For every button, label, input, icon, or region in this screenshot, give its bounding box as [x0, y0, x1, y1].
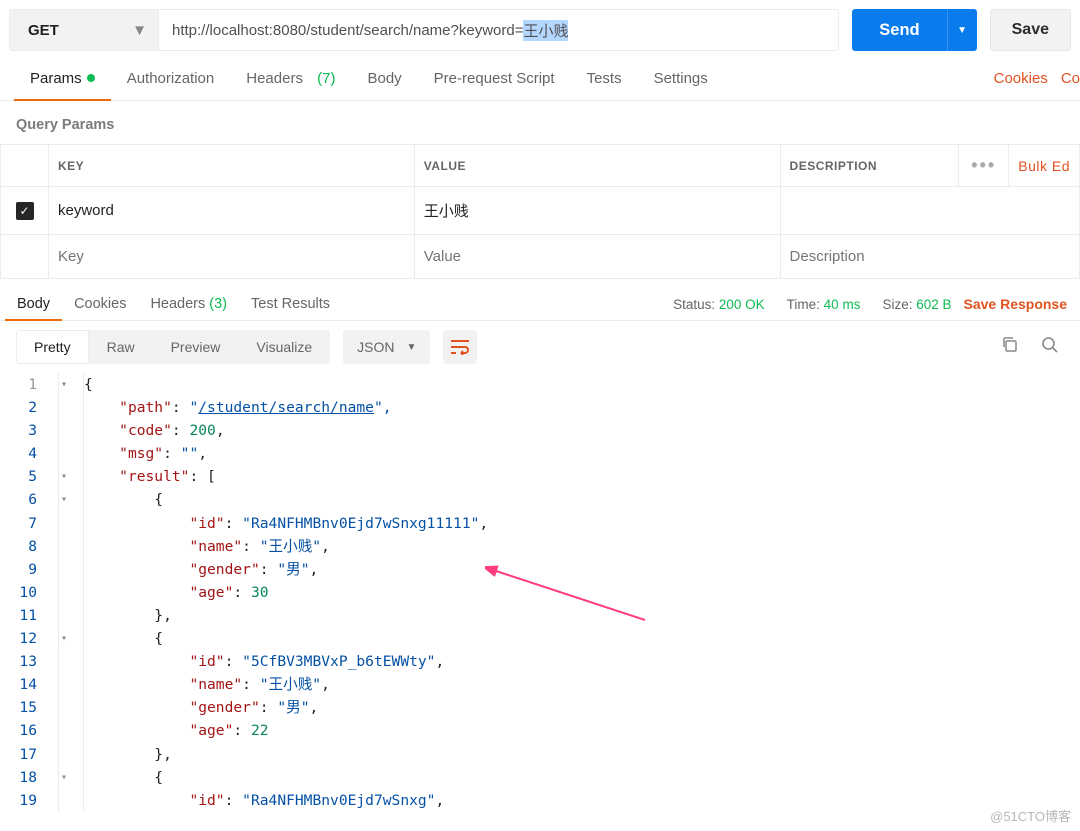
wrap-lines-button[interactable] — [443, 330, 477, 364]
bulk-edit-link[interactable]: Bulk Ed — [1009, 145, 1080, 187]
response-tabs: Body Cookies Headers (3) Test Results St… — [0, 279, 1080, 321]
more-header[interactable]: ••• — [959, 145, 1009, 187]
url-input[interactable]: http://localhost:8080/student/search/nam… — [159, 9, 839, 51]
copy-icon — [1001, 336, 1018, 353]
key-header: KEY — [49, 145, 415, 187]
request-bar: GET ▼ http://localhost:8080/student/sear… — [0, 0, 1080, 51]
response-body[interactable]: 1{ 2 "path": "/student/search/name", 3 "… — [0, 373, 1080, 812]
tab-body[interactable]: Body — [351, 56, 417, 100]
param-new-row — [1, 235, 1080, 279]
wrap-icon — [450, 339, 470, 355]
tab-prerequest[interactable]: Pre-request Script — [418, 56, 571, 100]
tab-authorization[interactable]: Authorization — [111, 56, 231, 100]
chevron-down-icon: ▼ — [407, 342, 417, 353]
view-bar: Pretty Raw Preview Visualize JSON ▼ — [0, 321, 1080, 373]
format-select[interactable]: JSON ▼ — [343, 330, 430, 364]
value-header: VALUE — [414, 145, 780, 187]
ellipsis-icon: ••• — [971, 155, 996, 175]
chevron-down-icon: ▼ — [957, 25, 967, 36]
new-value-input[interactable] — [424, 248, 771, 265]
tab-tests[interactable]: Tests — [571, 56, 638, 100]
description-header: DESCRIPTION — [780, 145, 959, 187]
resp-tab-cookies[interactable]: Cookies — [62, 288, 138, 320]
http-method-label: GET — [28, 22, 59, 39]
watermark: @51CTO博客 — [990, 806, 1071, 825]
view-preview[interactable]: Preview — [153, 330, 239, 364]
request-tabs: Params Authorization Headers (7) Body Pr… — [0, 56, 1080, 101]
url-prefix: http://localhost:8080/student/search/nam… — [172, 22, 523, 39]
new-key-input[interactable] — [58, 248, 405, 265]
view-raw[interactable]: Raw — [89, 330, 153, 364]
view-visualize[interactable]: Visualize — [238, 330, 330, 364]
response-status: Status: 200 OK Time: 40 ms Size: 602 B — [673, 297, 963, 312]
search-icon — [1041, 336, 1059, 354]
tab-headers[interactable]: Headers (7) — [230, 56, 351, 100]
cookies-link[interactable]: Cookies — [994, 70, 1061, 87]
search-button[interactable] — [1036, 336, 1064, 359]
http-method-select[interactable]: GET ▼ — [9, 9, 159, 51]
query-params-table: KEY VALUE DESCRIPTION ••• Bulk Ed ✓ keyw… — [0, 144, 1080, 279]
send-split-button[interactable]: ▼ — [947, 9, 977, 51]
tab-settings[interactable]: Settings — [638, 56, 724, 100]
copy-button[interactable] — [996, 336, 1023, 358]
param-row: ✓ keyword 王小贱 — [1, 187, 1080, 235]
resp-tab-body[interactable]: Body — [5, 288, 62, 320]
param-checkbox[interactable]: ✓ — [16, 202, 34, 220]
view-pretty[interactable]: Pretty — [16, 330, 89, 364]
param-value-cell[interactable]: 王小贱 — [414, 187, 780, 235]
param-desc-cell[interactable] — [780, 187, 1079, 235]
checkbox-header — [1, 145, 49, 187]
save-response-link[interactable]: Save Response — [964, 296, 1076, 312]
param-key-cell[interactable]: keyword — [49, 187, 415, 235]
save-button[interactable]: Save — [990, 9, 1071, 51]
code-link[interactable]: Co — [1061, 70, 1080, 87]
send-button[interactable]: Send — [852, 9, 946, 51]
tab-params[interactable]: Params — [14, 56, 111, 100]
url-selection: 王小贱 — [523, 20, 568, 41]
new-desc-input[interactable] — [790, 248, 1070, 265]
resp-tab-headers[interactable]: Headers (3) — [138, 288, 239, 320]
resp-tab-tests[interactable]: Test Results — [239, 288, 342, 320]
active-dot-icon — [87, 74, 95, 82]
chevron-down-icon: ▼ — [132, 22, 147, 39]
query-params-title: Query Params — [0, 101, 1080, 144]
